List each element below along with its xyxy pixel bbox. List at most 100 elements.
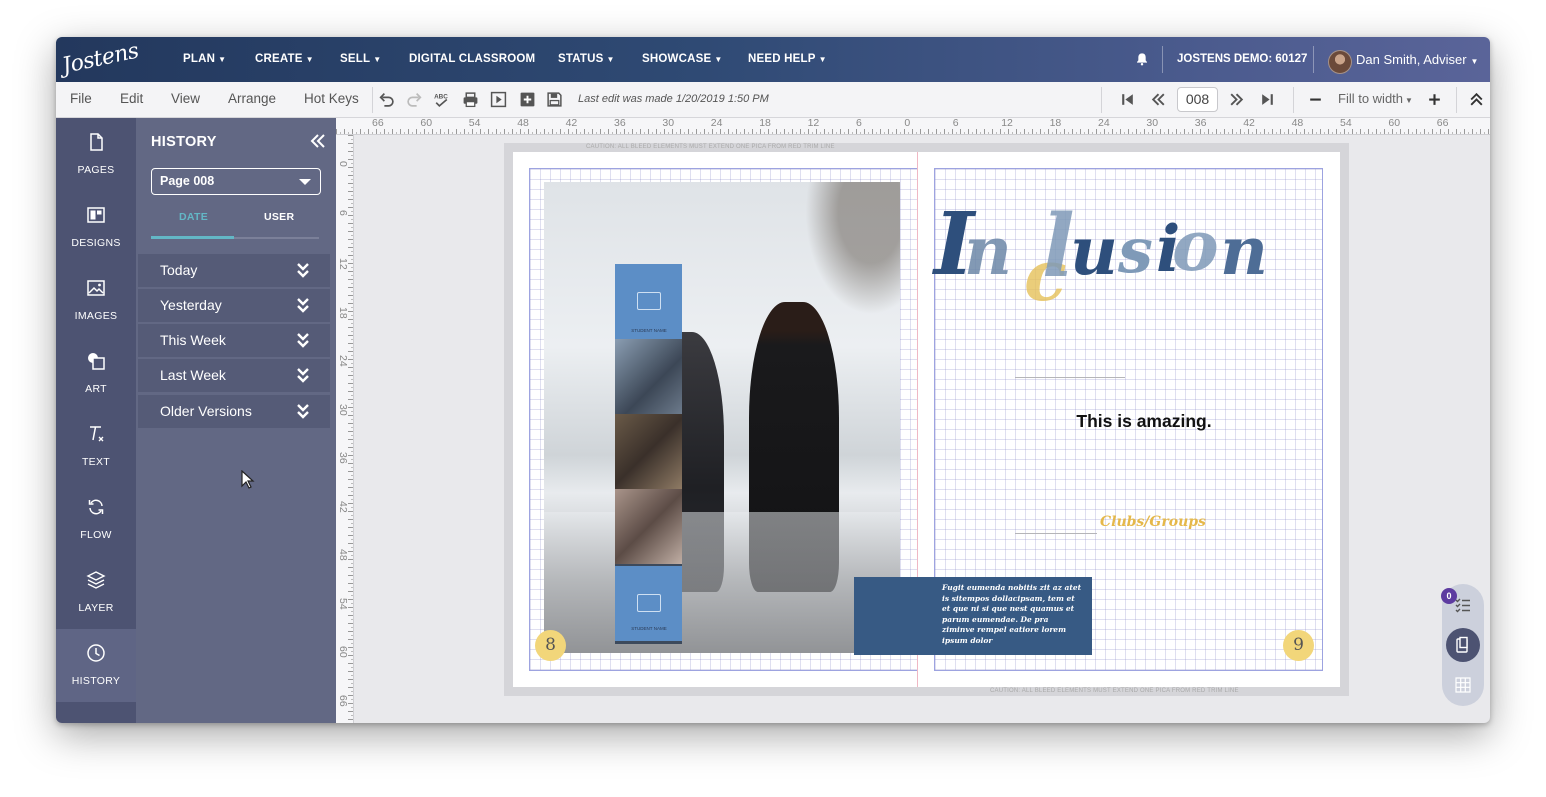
nav-showcase[interactable]: SHOWCASE ▼ [642, 37, 722, 82]
page-select[interactable]: Page 008 [151, 168, 321, 195]
ruler-number: 6 [337, 209, 349, 216]
double-chevron-down-icon [297, 333, 309, 348]
user-name: Dan Smith, Adviser [1356, 52, 1467, 67]
main-photo[interactable]: STUDENT NAME STUDENT NAME [544, 182, 900, 653]
nav-digital-classroom[interactable]: DIGITAL CLASSROOM [409, 37, 535, 82]
user-menu[interactable]: Dan Smith, Adviser ▼ [1356, 37, 1478, 84]
history-group-last-week[interactable]: Last Week [138, 359, 330, 392]
prev-page-icon[interactable] [1150, 91, 1167, 108]
section-label[interactable]: Clubs/Groups [1100, 514, 1206, 530]
rail-label: FLOW [80, 529, 112, 541]
image-icon [637, 594, 661, 612]
ruler-number: 36 [337, 452, 349, 464]
zoom-label: Fill to width [1338, 91, 1404, 106]
redo-icon[interactable] [406, 91, 423, 108]
undo-icon[interactable] [378, 91, 395, 108]
ruler-number: 18 [1049, 118, 1062, 129]
spellcheck-icon[interactable]: ABC [433, 91, 450, 108]
strip-photo[interactable] [615, 339, 682, 414]
ruler-number: 42 [565, 118, 578, 129]
ruler-number: 12 [337, 258, 349, 270]
history-group-label: Older Versions [160, 403, 252, 419]
headline-inclusion[interactable]: I n c l u s i o n [934, 194, 1294, 317]
rail-designs[interactable]: DESIGNS [56, 191, 136, 264]
grid-button[interactable] [1446, 668, 1480, 702]
caption-box[interactable]: Fugit eumenda nobitis zit az atet is sit… [854, 577, 1092, 655]
photo-sidebar-strip[interactable]: STUDENT NAME STUDENT NAME [615, 264, 682, 644]
add-page-icon[interactable] [519, 91, 536, 108]
strip-photo[interactable] [615, 414, 682, 489]
subheadline[interactable]: This is amazing. [1034, 411, 1254, 432]
preview-icon[interactable] [490, 91, 507, 108]
nav-need-help[interactable]: NEED HELP ▼ [748, 37, 827, 82]
rail-history[interactable]: HISTORY [56, 629, 136, 702]
ruler-number: 30 [1146, 118, 1159, 129]
rail-pages[interactable]: PAGES [56, 118, 136, 191]
clipboard-button[interactable] [1446, 628, 1480, 662]
menu-file[interactable]: File [70, 82, 92, 116]
ruler-number: 54 [1340, 118, 1352, 129]
nav-divider [1162, 46, 1163, 73]
zoom-select[interactable]: Fill to width ▼ [1338, 82, 1413, 118]
bell-icon[interactable] [1135, 52, 1149, 66]
double-chevron-down-icon [297, 368, 309, 383]
student-name-label: STUDENT NAME [631, 328, 667, 333]
rail-images[interactable]: IMAGES [56, 264, 136, 337]
menu-hot-keys[interactable]: Hot Keys [304, 82, 359, 116]
save-icon[interactable] [546, 91, 563, 108]
editor-toolbar: File Edit View Arrange Hot Keys ABC Last… [56, 82, 1490, 118]
ruler-number: 66 [337, 694, 349, 707]
nav-status[interactable]: STATUS ▼ [558, 37, 615, 82]
zoom-out-icon[interactable] [1307, 91, 1324, 108]
menu-arrange[interactable]: Arrange [228, 82, 276, 116]
vertical-ruler: 0 6 12 18 24 30 36 42 48 54 60 66 [336, 135, 354, 723]
ruler-number: 48 [1291, 118, 1304, 129]
nav-plan[interactable]: PLAN ▼ [183, 37, 226, 82]
history-group-yesterday[interactable]: Yesterday [138, 289, 330, 322]
grid-icon [1455, 677, 1471, 693]
rail-label: DESIGNS [71, 237, 121, 249]
history-group-label: This Week [160, 332, 226, 348]
ruler-number: 42 [1243, 118, 1255, 129]
headline-letter: s [1118, 214, 1153, 287]
rail-art[interactable]: ART [56, 337, 136, 410]
rail-text[interactable]: TEXT [56, 410, 136, 483]
history-group-today[interactable]: Today [138, 254, 330, 287]
toolbar-divider [1293, 87, 1294, 113]
account-label: JOSTENS DEMO: 60127 [1177, 53, 1308, 65]
history-group-label: Yesterday [160, 297, 222, 313]
avatar[interactable] [1328, 50, 1352, 74]
menu-view[interactable]: View [171, 82, 200, 116]
tab-user[interactable]: USER [264, 211, 294, 223]
chevron-down-icon: ▼ [714, 55, 723, 64]
tab-date[interactable]: DATE [179, 211, 208, 223]
layers-icon [86, 571, 106, 589]
history-group-this-week[interactable]: This Week [138, 324, 330, 357]
jostens-logo[interactable]: Jostens [59, 37, 141, 86]
collapse-panel-icon[interactable] [308, 132, 328, 150]
chevron-down-icon: ▼ [1405, 96, 1413, 105]
mouse-cursor-icon [241, 470, 255, 489]
image-placeholder[interactable]: STUDENT NAME [615, 264, 682, 339]
ruler-number: 12 [1001, 118, 1013, 129]
nav-create[interactable]: CREATE ▼ [255, 37, 314, 82]
history-group-older-versions[interactable]: Older Versions [138, 395, 330, 428]
menu-edit[interactable]: Edit [120, 82, 143, 116]
ruler-number: 60 [420, 118, 433, 129]
rail-flow[interactable]: FLOW [56, 483, 136, 556]
ruler-number: 54 [337, 597, 349, 610]
print-icon[interactable] [462, 91, 479, 108]
image-placeholder[interactable]: STUDENT NAME [615, 566, 682, 641]
zoom-in-icon[interactable] [1426, 91, 1443, 108]
ruler-number: 12 [807, 118, 820, 129]
collapse-toolbar-icon[interactable] [1468, 91, 1485, 108]
last-page-icon[interactable] [1259, 91, 1276, 108]
first-page-icon[interactable] [1119, 91, 1136, 108]
page-number-input[interactable]: 008 [1177, 87, 1218, 112]
next-page-icon[interactable] [1228, 91, 1245, 108]
history-group-label: Today [160, 262, 198, 278]
ruler-number: 66 [1436, 118, 1449, 129]
strip-photo[interactable] [615, 489, 682, 564]
nav-sell[interactable]: SELL ▼ [340, 37, 381, 82]
rail-layer[interactable]: LAYER [56, 556, 136, 629]
